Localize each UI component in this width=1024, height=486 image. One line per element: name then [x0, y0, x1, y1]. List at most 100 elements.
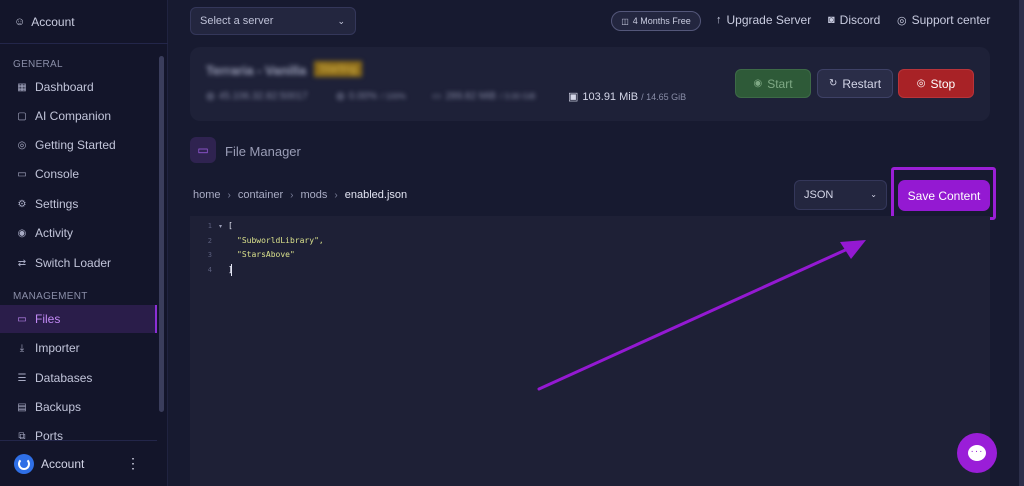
line-number: 4 [207, 266, 212, 274]
more-vertical-icon[interactable]: ⋮ [126, 456, 140, 470]
section-management: MANAGEMENT [13, 291, 88, 302]
code-line: "StarsAbove" [237, 250, 295, 259]
sidebar-item-dashboard[interactable]: ▦ Dashboard [0, 73, 157, 101]
play-circle-icon: ◉ [753, 78, 763, 89]
chevron-right-icon: › [227, 189, 231, 201]
avatar [14, 453, 34, 474]
refresh-icon: ↻ [828, 78, 838, 89]
line-gutter: 1 ▾ 2 3 4 [190, 216, 224, 486]
gift-icon: ◫ [621, 16, 629, 26]
breadcrumb-home[interactable]: home [193, 189, 221, 201]
chevron-down-icon: ⌄ [337, 16, 345, 26]
sidebar-item-label: Console [35, 167, 80, 181]
promo-pill[interactable]: ◫ 4 Months Free [611, 11, 701, 31]
sidebar-item-label: Files [35, 312, 61, 326]
account-menu[interactable]: Account ⋮ [0, 440, 157, 486]
server-select[interactable]: Select a server ⌄ [190, 7, 356, 35]
arrow-up-icon: ↑ [716, 14, 722, 26]
server-ip: ◍ 45.106.32.82:50017 [206, 91, 308, 102]
stop-circle-icon: ◎ [916, 78, 926, 89]
stop-button[interactable]: ◎ Stop [898, 69, 974, 98]
page-title: File Manager [225, 144, 301, 159]
grid-icon: ▦ [17, 81, 27, 93]
chevron-down-icon: ⌄ [870, 190, 877, 199]
chevron-right-icon: › [290, 189, 294, 201]
page-scrollbar[interactable] [1019, 0, 1024, 486]
breadcrumb-current-file: enabled.json [344, 189, 408, 201]
account-link-top[interactable]: ☺ Account [0, 0, 168, 44]
sidebar-item-label: Activity [35, 226, 74, 240]
sidebar-item-label: Databases [35, 371, 93, 385]
discord-link[interactable]: ◙ Discord [828, 13, 880, 27]
server-select-value: Select a server [200, 15, 274, 27]
upgrade-label: Upgrade Server [726, 13, 812, 27]
cpu-usage: ◍ 0.00% / 100% [336, 91, 406, 102]
promo-label: 4 Months Free [632, 16, 691, 26]
discord-label: Discord [839, 13, 881, 27]
eye-icon: ◉ [17, 227, 27, 239]
gear-icon: ⚙ [17, 198, 27, 210]
support-center-link[interactable]: ◎ Support center [897, 13, 990, 27]
status-badge: Starting [314, 61, 362, 77]
sidebar-item-label: AI Companion [35, 109, 112, 123]
memory-usage: ▭ 289.82 MiB / 3.00 GiB [432, 91, 536, 102]
sidebar-scrollbar[interactable] [159, 56, 164, 412]
sidebar-item-databases[interactable]: ☰ Databases [0, 364, 157, 392]
start-button[interactable]: ◉ Start [735, 69, 811, 98]
support-label: Support center [911, 13, 991, 27]
code-line: "SubworldLibrary", [237, 236, 324, 245]
upgrade-server-link[interactable]: ↑ Upgrade Server [716, 13, 811, 27]
memory-icon: ▭ [432, 91, 442, 102]
cpu-icon: ◍ [336, 91, 345, 102]
sidebar-item-backups[interactable]: ▤ Backups [0, 393, 157, 421]
breadcrumb-container[interactable]: container [238, 189, 283, 201]
chevron-right-icon: › [334, 189, 338, 201]
account-label: Account [31, 14, 75, 29]
sidebar-item-switch-loader[interactable]: ⇄ Switch Loader [0, 249, 157, 277]
folder-icon: ▭ [17, 313, 27, 325]
swap-icon: ⇄ [17, 257, 27, 269]
language-select[interactable]: JSON ⌄ [794, 180, 887, 210]
support-icon: ◎ [897, 14, 907, 27]
chat-bubble-icon: ··· [970, 446, 984, 457]
sidebar-item-files[interactable]: ▭ Files [0, 305, 157, 333]
account-label-bottom: Account [41, 456, 85, 471]
save-disk-icon: ▣ [568, 91, 579, 103]
text-cursor [231, 264, 232, 276]
code-line: [ [228, 221, 233, 230]
help-circle-icon: ◎ [17, 139, 27, 151]
code-editor[interactable]: 1 ▾ 2 3 4 [ "SubworldLibrary", "StarsAbo… [190, 216, 990, 486]
language-value: JSON [804, 189, 834, 201]
section-general: GENERAL [13, 59, 63, 70]
chat-launcher-button[interactable]: ··· [957, 433, 997, 473]
globe-icon: ◍ [206, 91, 215, 102]
sidebar-item-importer[interactable]: ⤓ Importer [0, 334, 157, 362]
breadcrumb: home › container › mods › enabled.json [193, 189, 407, 201]
server-card: Terraria - Vanilla Starting ◍ 45.106.32.… [190, 47, 990, 121]
sidebar-item-settings[interactable]: ⚙ Settings [0, 190, 157, 218]
database-icon: ☰ [17, 372, 27, 384]
sidebar-item-label: Importer [35, 341, 80, 355]
disk-usage: ▣ 103.91 MiB / 14.65 GiB [568, 90, 687, 104]
discord-icon: ◙ [828, 14, 835, 26]
user-circle-icon: ☺ [14, 15, 26, 28]
server-name: Terraria - Vanilla [206, 63, 307, 78]
terminal-icon: ▭ [17, 168, 27, 180]
folder-icon: ▭ [190, 137, 216, 163]
download-icon: ⤓ [19, 342, 25, 354]
sidebar: ☺ Account GENERAL ▦ Dashboard ▢ AI Compa… [0, 0, 168, 486]
breadcrumb-mods[interactable]: mods [300, 189, 327, 201]
sidebar-item-label: Settings [35, 197, 79, 211]
sidebar-item-getting-started[interactable]: ◎ Getting Started [0, 131, 157, 159]
sidebar-item-ai-companion[interactable]: ▢ AI Companion [0, 102, 157, 130]
sidebar-item-label: Getting Started [35, 138, 116, 152]
restart-button[interactable]: ↻ Restart [817, 69, 893, 98]
chat-bot-icon: ▢ [17, 110, 27, 122]
line-number: 3 [207, 251, 212, 259]
sidebar-item-console[interactable]: ▭ Console [0, 160, 157, 188]
save-content-button[interactable]: Save Content [898, 180, 990, 211]
sidebar-item-label: Switch Loader [35, 256, 112, 270]
sidebar-item-activity[interactable]: ◉ Activity [0, 219, 157, 247]
fold-arrow-icon[interactable]: ▾ [219, 223, 222, 230]
sidebar-item-label: Dashboard [35, 80, 94, 94]
